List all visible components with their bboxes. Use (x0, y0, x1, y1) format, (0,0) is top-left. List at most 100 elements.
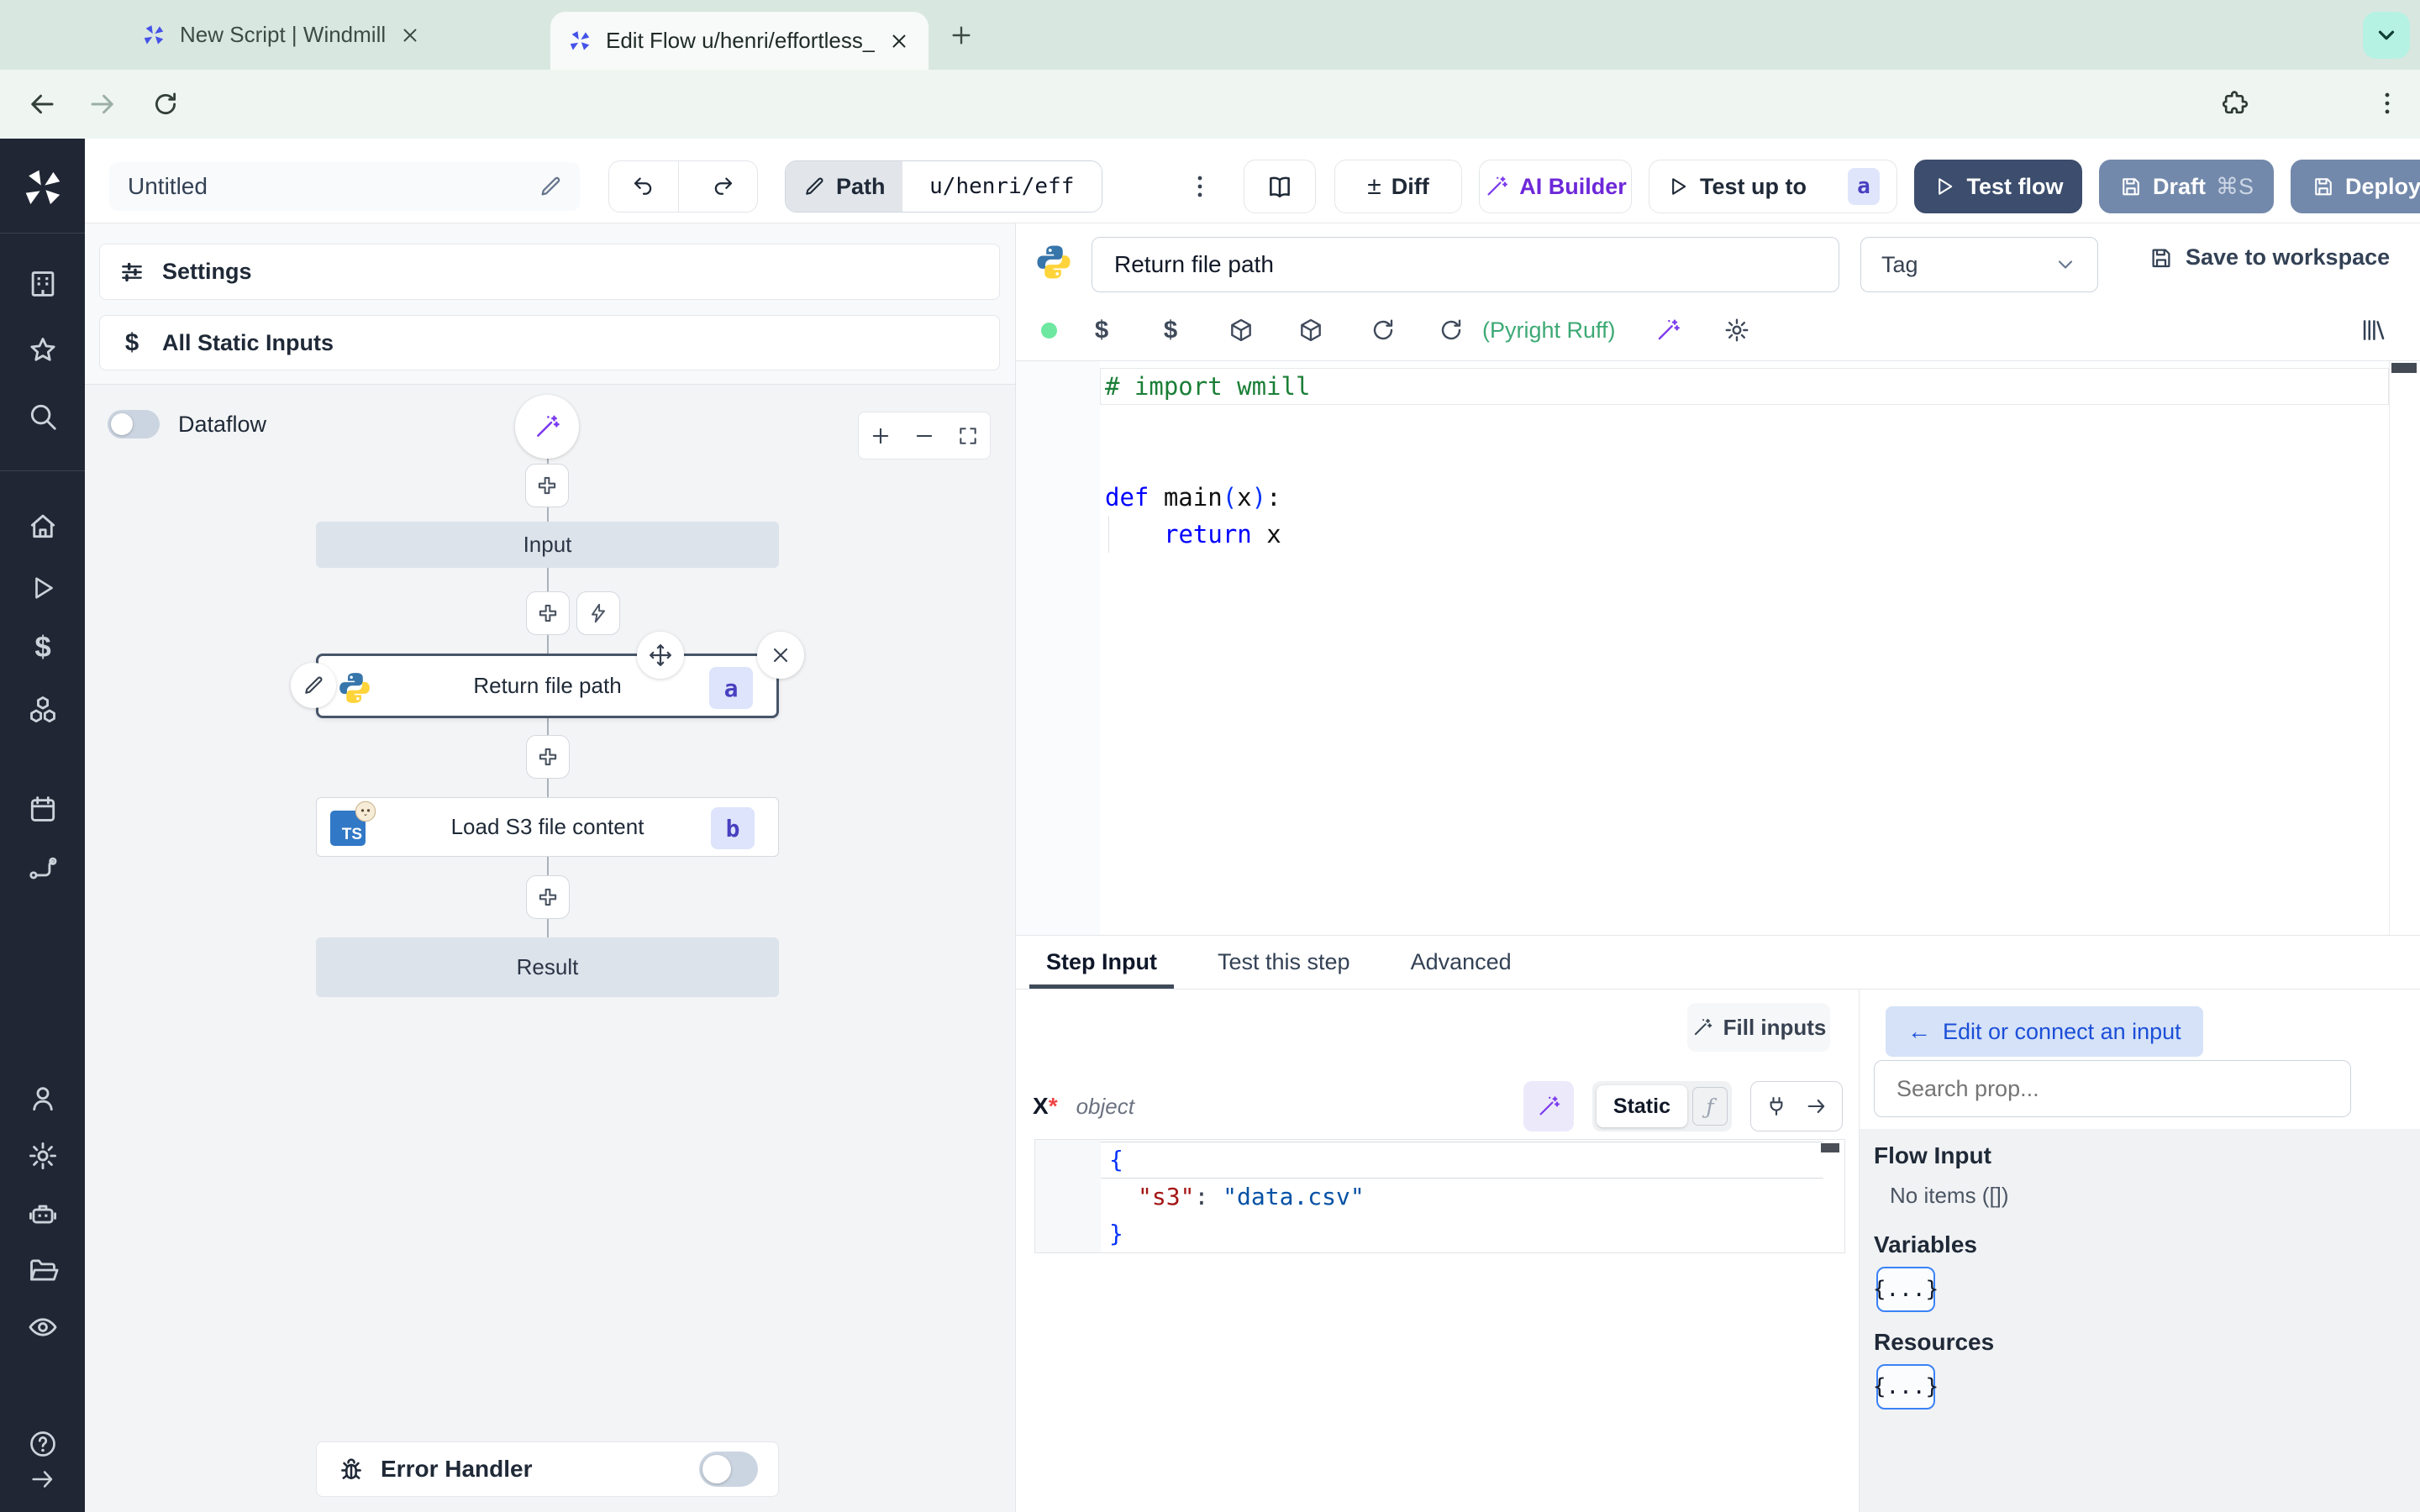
ai-wand-icon[interactable] (1655, 317, 1681, 344)
test-up-to-button[interactable]: Test up to a (1649, 160, 1897, 213)
context-var-icon[interactable] (1157, 317, 1184, 344)
tag-select[interactable]: Tag (1860, 237, 2098, 292)
resource-type-cube-icon[interactable] (1297, 317, 1324, 344)
book-icon (1265, 172, 1294, 201)
forward-icon[interactable] (87, 89, 118, 119)
error-handler-card[interactable]: Error Handler (316, 1441, 779, 1497)
settings-gear-icon[interactable] (27, 1140, 59, 1172)
flow-graph[interactable]: Dataflow Input Return file path a TS Loa… (85, 384, 1015, 1512)
redo-button[interactable] (689, 161, 758, 212)
zoom-out-button[interactable] (902, 424, 946, 448)
move-step-handle[interactable] (637, 632, 684, 679)
all-static-inputs-row[interactable]: All Static Inputs (99, 315, 1000, 370)
browser-tab-active[interactable]: Edit Flow u/henri/effortless_fl (550, 12, 929, 70)
undo-button[interactable] (609, 161, 679, 212)
reload-lsp-icon[interactable] (1370, 317, 1397, 344)
help-icon[interactable] (28, 1429, 58, 1459)
insert-step-button[interactable] (525, 464, 569, 507)
app-toolbar: Path u/henri/eff ± Diff AI Builder Test … (85, 139, 2420, 223)
insert-step-button[interactable] (526, 591, 570, 635)
tab-test-this-step[interactable]: Test this step (1214, 936, 1354, 989)
arrow-right-icon[interactable] (1805, 1095, 1828, 1118)
json-input-editor[interactable]: { "s3": "data.csv" } (1034, 1139, 1845, 1253)
insert-step-button[interactable] (526, 875, 570, 919)
extensions-puzzle-icon[interactable] (2220, 88, 2250, 118)
browser-tab-inactive[interactable]: New Script | Windmill (141, 0, 421, 70)
delete-step-button[interactable] (757, 632, 804, 679)
json-scrollbar-thumb[interactable] (1821, 1143, 1839, 1152)
library-icon[interactable] (2359, 316, 2387, 344)
format-refresh-icon[interactable] (1438, 317, 1465, 344)
search-icon[interactable] (27, 401, 59, 433)
windmill-logo[interactable] (20, 165, 66, 211)
test-up-to-step-badge[interactable]: a (1848, 168, 1880, 205)
flow-node-result[interactable]: Result (316, 937, 779, 997)
fill-inputs-button[interactable]: Fill inputs (1687, 1003, 1830, 1052)
tab-search-button[interactable] (2363, 12, 2410, 59)
scrollbar-thumb[interactable] (2391, 363, 2417, 373)
collapse-arrow-icon[interactable] (29, 1465, 57, 1494)
step-title-field[interactable] (1092, 237, 1839, 292)
lint-status-label[interactable]: (Pyright Ruff) (1482, 318, 1616, 344)
docs-button[interactable] (1244, 160, 1316, 213)
tab-close-icon[interactable] (888, 30, 910, 52)
back-icon[interactable] (27, 89, 57, 119)
runs-icon[interactable] (28, 573, 58, 603)
code-editor[interactable]: # import wmill def main(x): return x (1016, 361, 2420, 935)
deploy-button[interactable]: Deploy (2291, 160, 2420, 213)
plug-icon[interactable] (1765, 1095, 1788, 1118)
variables-icon[interactable] (27, 632, 59, 664)
workspace-icon[interactable] (27, 268, 59, 300)
tab-advanced[interactable]: Advanced (1407, 936, 1515, 989)
search-prop-field[interactable] (1874, 1060, 2351, 1117)
arg-ai-button[interactable] (1523, 1081, 1574, 1131)
path-group[interactable]: Path u/henri/eff (785, 160, 1102, 213)
audit-eye-icon[interactable] (27, 1311, 59, 1343)
flow-node-input[interactable]: Input (316, 522, 779, 568)
variables-object-chip[interactable]: {...} (1873, 1267, 1939, 1312)
error-handler-toggle[interactable] (699, 1452, 758, 1487)
resources-cubes-icon[interactable] (27, 694, 59, 726)
zoom-in-button[interactable] (859, 424, 902, 448)
insert-step-button[interactable] (526, 735, 570, 779)
schedules-calendar-icon[interactable] (27, 793, 59, 825)
edit-step-pencil-button[interactable] (291, 663, 336, 708)
folders-icon[interactable] (27, 1254, 59, 1286)
workers-robot-icon[interactable] (27, 1197, 59, 1229)
dataflow-toggle[interactable] (108, 410, 160, 438)
tab-close-icon[interactable] (399, 24, 421, 46)
insert-trigger-button[interactable] (576, 591, 620, 635)
edit-or-connect-button[interactable]: ← Edit or connect an input (1886, 1006, 2203, 1057)
fit-view-button[interactable] (946, 425, 990, 447)
flow-name-field[interactable] (109, 162, 580, 211)
browser-menu-icon[interactable] (2373, 89, 2402, 118)
flow-node-step-a[interactable]: Return file path a (316, 654, 779, 718)
flow-name-input[interactable] (126, 172, 516, 201)
flow-node-step-b[interactable]: TS Load S3 file content b (316, 797, 779, 857)
search-prop-input[interactable] (1895, 1074, 2330, 1103)
resource-cube-icon[interactable] (1228, 317, 1255, 344)
new-tab-icon[interactable] (948, 22, 975, 49)
path-label-segment[interactable]: Path (786, 161, 902, 212)
diff-button[interactable]: ± Diff (1334, 160, 1462, 213)
ai-builder-button[interactable]: AI Builder (1479, 160, 1632, 213)
resources-object-chip[interactable]: {...} (1873, 1364, 1939, 1410)
favorites-star-icon[interactable] (27, 334, 59, 366)
static-mode-button[interactable]: Static (1596, 1085, 1687, 1127)
javascript-mode-button[interactable]: ƒ (1692, 1087, 1728, 1126)
rename-pencil-icon[interactable] (538, 174, 563, 199)
editor-settings-gear-icon[interactable] (1723, 317, 1750, 344)
users-icon[interactable] (27, 1083, 59, 1115)
variable-picker-icon[interactable] (1088, 317, 1115, 344)
tab-step-input[interactable]: Step Input (1029, 936, 1174, 989)
triggers-route-icon[interactable] (27, 853, 59, 885)
home-icon[interactable] (27, 510, 59, 542)
save-to-workspace-button[interactable]: Save to workspace (2149, 244, 2390, 270)
graph-ai-button[interactable] (515, 395, 579, 459)
test-flow-button[interactable]: Test flow (1914, 160, 2082, 213)
reload-icon[interactable] (151, 90, 180, 118)
more-menu-icon[interactable] (1186, 172, 1214, 201)
draft-button[interactable]: Draft ⌘S (2099, 160, 2274, 213)
step-title-input[interactable] (1113, 250, 1818, 279)
flow-settings-row[interactable]: Settings (99, 244, 1000, 300)
